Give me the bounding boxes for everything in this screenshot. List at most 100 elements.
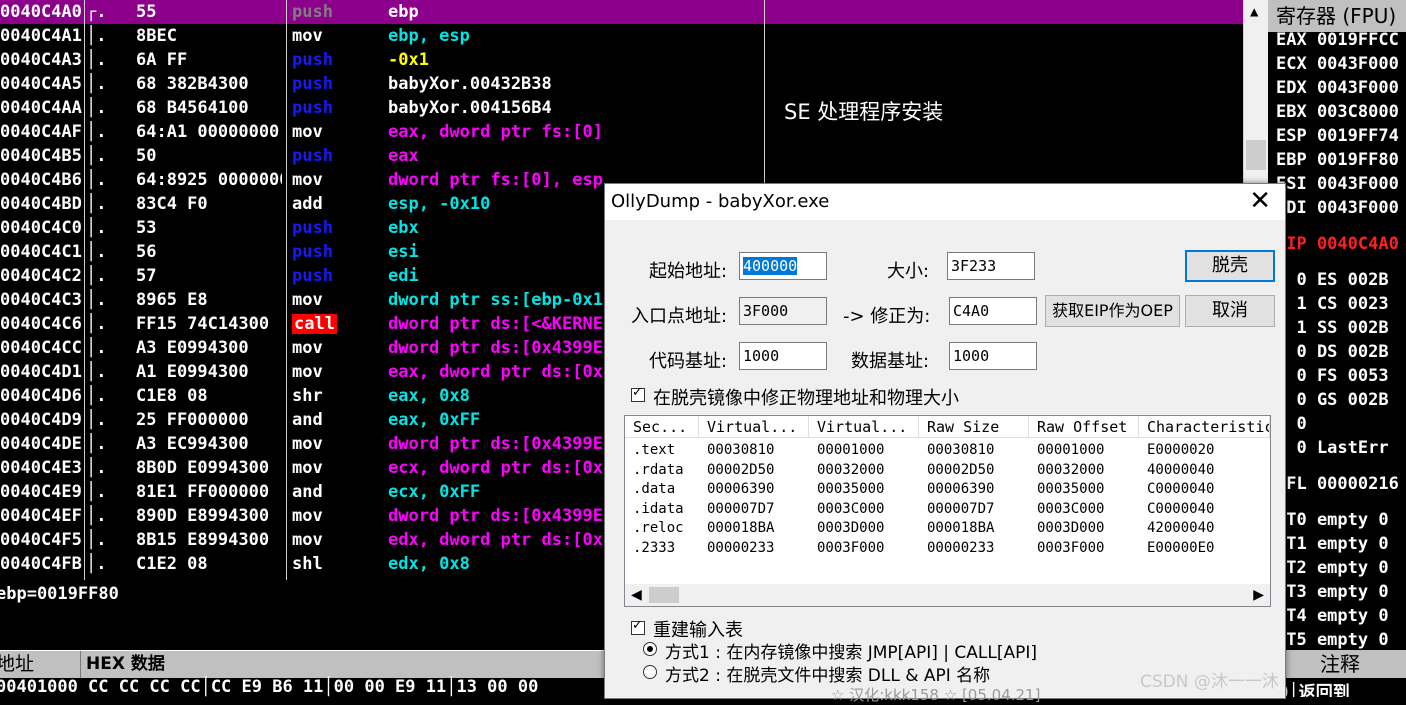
disasm-mnemonic: push <box>292 144 382 168</box>
method2-radio[interactable] <box>643 665 657 679</box>
disasm-jump-path: │. <box>86 26 106 46</box>
sections-table[interactable]: Sec... Virtual... Virtual... Raw Size Raw Of… <box>624 415 1271 607</box>
method1-label[interactable]: 方式1 : 在内存镜像中搜索 JMP[API] | CALL[API] <box>665 638 1037 663</box>
register-row[interactable]: Z 0 DS 002B <box>1276 342 1389 362</box>
disasm-bytes: A3 EC994300 <box>136 434 249 454</box>
method2-label[interactable]: 方式2 : 在脱壳文件中搜索 DLL & API 名称 <box>665 661 990 686</box>
disasm-mnemonic: mov <box>292 528 382 552</box>
disasm-row[interactable]: 0040C4AA │. 68 B4564100 push babyXor.004156B… <box>0 96 1243 120</box>
disasm-mnemonic-text: mov <box>292 338 323 358</box>
disasm-row[interactable]: 0040C4A3 │. 6A FF push -0x1 <box>0 48 1243 72</box>
register-row[interactable]: EFL 00000216 <box>1276 474 1399 494</box>
scroll-thumb[interactable] <box>1246 140 1266 170</box>
entry-point-label: 入口点地址: <box>631 306 728 327</box>
entry-point-field[interactable]: 3F000 <box>739 297 827 325</box>
register-row[interactable]: ST4 empty 0 <box>1276 606 1389 626</box>
register-row[interactable]: ST1 empty 0 <box>1276 534 1389 554</box>
register-row[interactable]: EBP 0019FF80 <box>1276 150 1399 170</box>
disasm-row[interactable]: 0040C4A0 ┌. 55 push ebp <box>0 0 1243 24</box>
fix-oep-field[interactable]: C4A0 <box>949 297 1037 325</box>
sections-column-header[interactable]: Raw Offset <box>1029 416 1139 438</box>
scroll-left-icon[interactable]: ◀ <box>631 584 642 606</box>
disasm-address: 0040C4AA <box>0 98 82 118</box>
cancel-button[interactable]: 取消 <box>1185 295 1275 327</box>
disasm-operand: -0x1 <box>388 50 429 70</box>
disasm-operand: babyXor.00432B38 <box>388 74 552 94</box>
disasm-bytes: C1E8 08 <box>136 386 208 406</box>
register-row[interactable]: C 0 ES 002B <box>1276 270 1389 290</box>
register-row[interactable]: ST0 empty 0 <box>1276 510 1389 530</box>
rebuild-import-checkbox[interactable] <box>631 618 645 635</box>
register-row[interactable]: T 0 GS 002B <box>1276 390 1389 410</box>
disasm-jump-path: │. <box>86 362 106 382</box>
sections-cell: 00001000 <box>1037 442 1105 458</box>
register-row[interactable]: EIP 0040C4A0 <box>1276 234 1399 254</box>
register-row[interactable]: ST5 empty 0 <box>1276 630 1389 650</box>
disasm-address: 0040C4C1 <box>0 242 82 262</box>
register-row[interactable]: ST2 empty 0 <box>1276 558 1389 578</box>
disasm-mnemonic-text: shl <box>292 554 323 574</box>
sections-column-header[interactable]: Raw Size <box>919 416 1029 438</box>
disasm-operand: eax <box>388 146 419 166</box>
disasm-bytes: FF15 74C14300 <box>136 314 270 334</box>
sections-cell: C0000040 <box>1147 481 1215 497</box>
table-scrollbar[interactable]: ◀ ▶ <box>625 584 1270 606</box>
disasm-row[interactable]: 0040C4AF │. 64:A1 00000000 mov eax, dword pt… <box>0 120 1243 144</box>
disasm-bytes: 68 B4564100 <box>136 98 249 118</box>
column-header-address[interactable]: 地址 <box>0 651 81 678</box>
sections-column-header[interactable]: Characteristic <box>1139 416 1270 438</box>
disasm-bytes: 890D E8994300 <box>136 506 270 526</box>
register-row[interactable]: S 0 FS 0053 <box>1276 366 1389 386</box>
sections-column-header[interactable]: Sec... <box>625 416 699 438</box>
disasm-row[interactable]: 0040C4B5 │. 50 push eax <box>0 144 1243 168</box>
registers-pane[interactable]: 寄存器 (FPU) EAX 0019FFCC ECX 0043F000 EDX 00… <box>1268 0 1406 697</box>
size-field[interactable]: 3F233 <box>947 252 1035 280</box>
disasm-mnemonic: mov <box>292 24 382 48</box>
sections-column-header[interactable]: Virtual... <box>699 416 809 438</box>
watermark: CSDN @沐一一沐 <box>1140 672 1279 692</box>
sections-cell: 00001000 <box>817 442 885 458</box>
registers-title[interactable]: 寄存器 (FPU) <box>1268 0 1406 32</box>
disasm-mnemonic: shl <box>292 552 382 576</box>
register-row[interactable]: O 0 LastErr <box>1276 438 1389 458</box>
register-row[interactable]: ST3 empty 0 <box>1276 582 1389 602</box>
disasm-mnemonic: call <box>292 312 382 336</box>
column-divider <box>84 0 85 580</box>
sections-cell: 00000233 <box>707 539 775 556</box>
register-row[interactable]: P 1 CS 0023 <box>1276 294 1389 314</box>
register-row[interactable]: ESP 0019FF74 <box>1276 126 1399 146</box>
disasm-mnemonic-text: push <box>292 74 333 94</box>
scroll-thumb[interactable] <box>649 587 679 603</box>
disasm-bytes: 81E1 FF000000 <box>136 482 270 502</box>
sections-cell: 40000040 <box>1147 461 1215 478</box>
register-row[interactable]: ESI 0043F000 <box>1276 174 1399 194</box>
disasm-mnemonic-text: mov <box>292 458 323 478</box>
disasm-address: 0040C4BD <box>0 194 82 214</box>
disasm-operand: babyXor.004156B4 <box>388 98 552 118</box>
disasm-row[interactable]: 0040C4A1 │. 8BEC mov ebp, esp <box>0 24 1243 48</box>
register-row[interactable]: EBX 003C8000 <box>1276 102 1399 122</box>
disasm-address: 0040C4B5 <box>0 146 82 166</box>
register-row[interactable]: ECX 0043F000 <box>1276 54 1399 74</box>
code-base-field[interactable]: 1000 <box>739 342 827 370</box>
dump-button[interactable]: 脱壳 <box>1185 250 1275 282</box>
register-row[interactable]: A 1 SS 002B <box>1276 318 1389 338</box>
fix-raw-checkbox[interactable] <box>631 385 645 402</box>
sections-cell: 0003F000 <box>817 539 885 556</box>
sections-cell: .2333 <box>633 539 676 556</box>
scroll-up-icon[interactable]: ▲ <box>1250 4 1258 20</box>
register-row[interactable]: EAX 0019FFCC <box>1276 30 1399 50</box>
disasm-mnemonic: push <box>292 0 382 24</box>
dialog-titlebar[interactable]: OllyDump - babyXor.exe ✕ <box>605 184 1285 220</box>
disasm-row[interactable]: 0040C4A5 │. 68 382B4300 push babyXor.00432B3… <box>0 72 1243 96</box>
register-row[interactable]: EDX 0043F000 <box>1276 78 1399 98</box>
fix-to-label: -> 修正为: <box>843 306 931 327</box>
get-eip-as-oep-button[interactable]: 获取EIP作为OEP <box>1045 295 1180 327</box>
scroll-right-icon[interactable]: ▶ <box>1253 584 1264 606</box>
sections-column-header[interactable]: Virtual... <box>809 416 919 438</box>
start-address-field[interactable]: 400000 <box>739 252 827 280</box>
register-row[interactable]: EDI 0043F000 <box>1276 198 1399 218</box>
data-base-field[interactable]: 1000 <box>949 342 1037 370</box>
close-icon[interactable]: ✕ <box>1249 187 1271 215</box>
method1-radio[interactable] <box>643 642 657 656</box>
